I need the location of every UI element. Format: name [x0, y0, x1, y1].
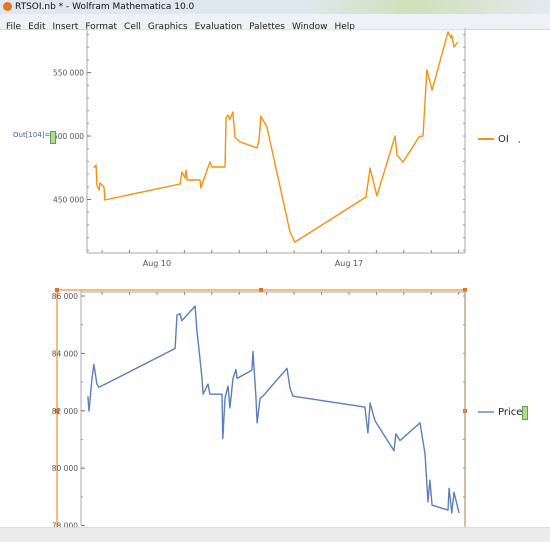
x-tick-label: Aug 10: [143, 259, 171, 268]
legend-oi: OI ,: [478, 134, 521, 145]
y-tick-label: 84 000: [52, 349, 78, 358]
cell-bracket[interactable]: [50, 131, 56, 144]
legend-cell-bracket[interactable]: [522, 406, 528, 420]
selection-handle: [259, 288, 263, 292]
legend-oi-label: OI: [498, 134, 509, 145]
y-tick-label: 82 000: [52, 407, 78, 416]
output-label: Out[104]=: [13, 131, 51, 139]
y-tick-label: 80 000: [52, 464, 78, 473]
legend-price-label: Price: [498, 407, 523, 418]
legend-oi-extra: ,: [518, 135, 521, 144]
legend-price-swatch: [478, 411, 494, 413]
selection-frame: [56, 289, 466, 541]
y-tick-label: 550 000: [53, 69, 84, 78]
x-tick-label: Aug 17: [335, 259, 363, 268]
y-tick-label: 500 000: [53, 132, 84, 141]
y-tick-label: 450 000: [53, 196, 84, 205]
charts-canvas: Aug 10Aug 17450 000500 000550 00078 0008…: [52, 28, 467, 541]
y-tick-label: 86 000: [52, 292, 78, 301]
series-line-price: [87, 305, 460, 514]
status-bar: [0, 527, 550, 542]
legend-price: Price: [478, 407, 522, 418]
series-line-oi: [93, 31, 459, 243]
legend-oi-swatch: [478, 138, 494, 140]
